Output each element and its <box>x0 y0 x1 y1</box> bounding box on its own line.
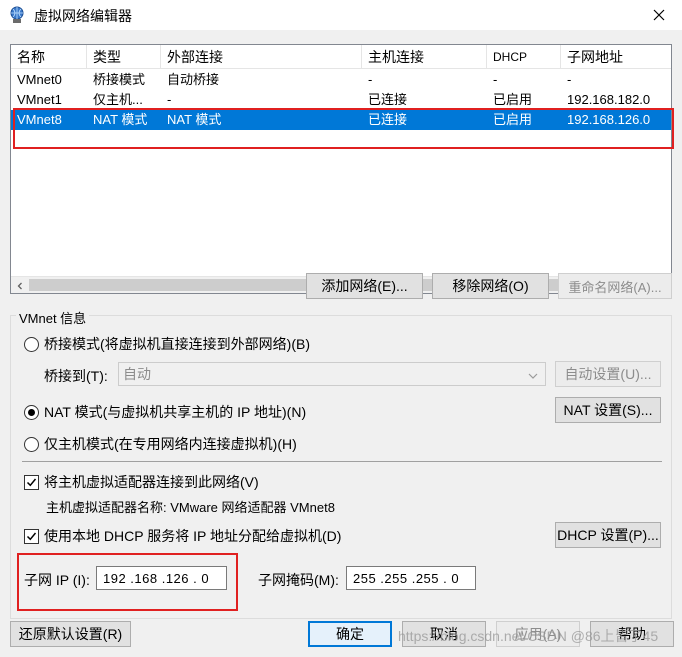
network-list[interactable]: 名称 类型 外部连接 主机连接 DHCP 子网地址 VMnet0 桥接模式 自动… <box>10 44 672 294</box>
dhcp-checkbox[interactable]: 使用本地 DHCP 服务将 IP 地址分配给虚拟机(D) <box>24 526 341 546</box>
dialog-body: 名称 类型 外部连接 主机连接 DHCP 子网地址 VMnet0 桥接模式 自动… <box>0 30 682 657</box>
bridged-to-value: 自动 <box>123 366 151 382</box>
dhcp-settings-button[interactable]: DHCP 设置(P)... <box>555 522 661 548</box>
divider <box>22 461 662 462</box>
close-button[interactable] <box>636 0 682 30</box>
col-external[interactable]: 外部连接 <box>161 45 362 69</box>
col-subnet[interactable]: 子网地址 <box>561 45 671 69</box>
cell-name: VMnet1 <box>17 92 62 107</box>
hostonly-radio[interactable]: 仅主机模式(在专用网络内连接虚拟机)(H) <box>24 434 297 454</box>
highlight-box <box>17 553 238 611</box>
list-header: 名称 类型 外部连接 主机连接 DHCP 子网地址 <box>11 45 671 69</box>
hostonly-radio-label: 仅主机模式(在专用网络内连接虚拟机)(H) <box>44 436 297 452</box>
bridged-to-label: 桥接到(T): <box>44 368 108 384</box>
title-bar: 虚拟网络编辑器 <box>0 0 682 30</box>
cell-external: 自动桥接 <box>167 72 220 87</box>
connect-adapter-label: 将主机虚拟适配器连接到此网络(V) <box>44 474 259 490</box>
chevron-left-icon <box>17 282 22 289</box>
highlight-box <box>13 108 674 149</box>
adapter-name-text: 主机虚拟适配器名称: VMware 网络适配器 VMnet8 <box>46 500 335 515</box>
bridged-to-select[interactable]: 自动 <box>118 362 546 386</box>
nat-radio[interactable]: NAT 模式(与虚拟机共享主机的 IP 地址)(N) <box>24 402 306 422</box>
vmnet-info-legend: VMnet 信息 <box>16 308 90 327</box>
table-row[interactable]: VMnet0 桥接模式 自动桥接 - - - <box>11 70 671 90</box>
radio-on-icon <box>24 404 39 420</box>
col-host[interactable]: 主机连接 <box>362 45 487 69</box>
radio-off-icon <box>24 436 39 452</box>
nat-settings-button[interactable]: NAT 设置(S)... <box>555 397 661 423</box>
bridged-radio[interactable]: 桥接模式(将虚拟机直接连接到外部网络)(B) <box>24 334 310 354</box>
chevron-down-icon <box>527 366 539 388</box>
ok-button[interactable]: 确定 <box>308 621 392 647</box>
window-title: 虚拟网络编辑器 <box>34 8 132 24</box>
radio-off-icon <box>24 336 39 352</box>
cell-type: 仅主机... <box>93 92 143 107</box>
cell-name: VMnet0 <box>17 72 62 87</box>
table-row[interactable]: VMnet1 仅主机... - 已连接 已启用 192.168.182.0 <box>11 90 671 110</box>
cell-host: 已连接 <box>368 92 408 107</box>
dhcp-label: 使用本地 DHCP 服务将 IP 地址分配给虚拟机(D) <box>44 528 342 544</box>
checkmark-icon <box>24 528 39 544</box>
col-type[interactable]: 类型 <box>87 45 161 69</box>
cell-dhcp: 已启用 <box>493 92 533 107</box>
cell-dhcp: - <box>493 72 498 87</box>
add-network-button[interactable]: 添加网络(E)... <box>306 273 423 299</box>
cell-external: - <box>167 92 172 107</box>
remove-network-button[interactable]: 移除网络(O) <box>432 273 549 299</box>
bridged-radio-label: 桥接模式(将虚拟机直接连接到外部网络)(B) <box>44 336 310 352</box>
rename-network-button[interactable]: 重命名网络(A)... <box>558 273 672 299</box>
scroll-left-button[interactable] <box>11 277 28 294</box>
cell-type: 桥接模式 <box>93 72 146 87</box>
connect-adapter-checkbox[interactable]: 将主机虚拟适配器连接到此网络(V) <box>24 472 259 492</box>
network-globe-icon <box>8 6 26 24</box>
col-name[interactable]: 名称 <box>11 45 87 69</box>
nat-radio-label: NAT 模式(与虚拟机共享主机的 IP 地址)(N) <box>44 404 307 420</box>
restore-defaults-button[interactable]: 还原默认设置(R) <box>10 621 131 647</box>
subnet-mask-input[interactable]: 255 .255 .255 . 0 <box>346 566 476 590</box>
watermark: https://blog.csdn.net/CSDN @86上皆了45 <box>398 628 659 644</box>
close-icon <box>653 9 665 21</box>
col-dhcp[interactable]: DHCP <box>487 45 561 69</box>
cell-subnet: - <box>567 72 572 87</box>
subnet-mask-label: 子网掩码(M): <box>258 572 339 588</box>
checkmark-icon <box>24 474 39 490</box>
cell-host: - <box>368 72 373 87</box>
cell-subnet: 192.168.182.0 <box>567 92 651 107</box>
auto-settings-button[interactable]: 自动设置(U)... <box>555 361 661 387</box>
